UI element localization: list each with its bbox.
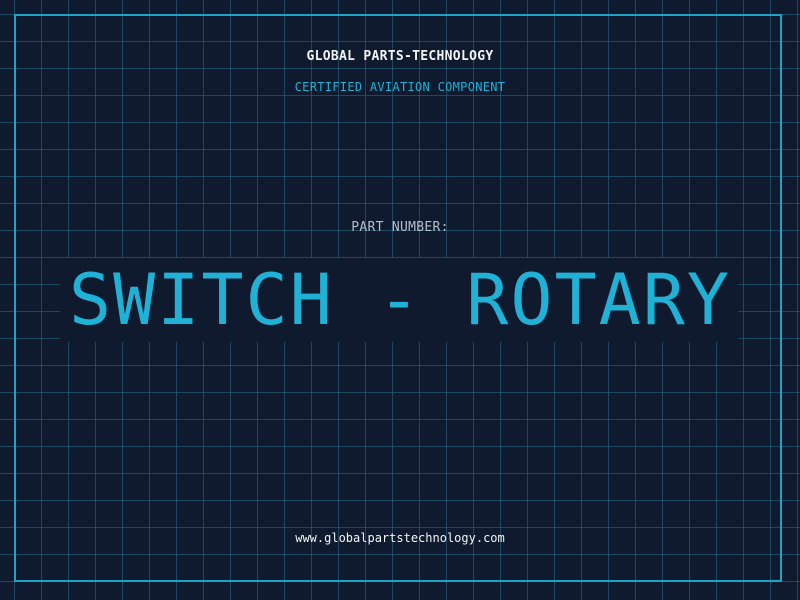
part-number-value: SWITCH - ROTARY <box>68 259 732 341</box>
company-name: GLOBAL PARTS-TECHNOLOGY <box>306 49 494 64</box>
certificate-card: GLOBAL PARTS-TECHNOLOGY CERTIFIED AVIATI… <box>0 0 800 600</box>
website-link[interactable]: www.globalpartstechnology.com <box>0 531 800 545</box>
certification-subtitle: CERTIFIED AVIATION COMPONENT <box>294 80 506 94</box>
part-number-label: PART NUMBER: <box>351 220 449 235</box>
